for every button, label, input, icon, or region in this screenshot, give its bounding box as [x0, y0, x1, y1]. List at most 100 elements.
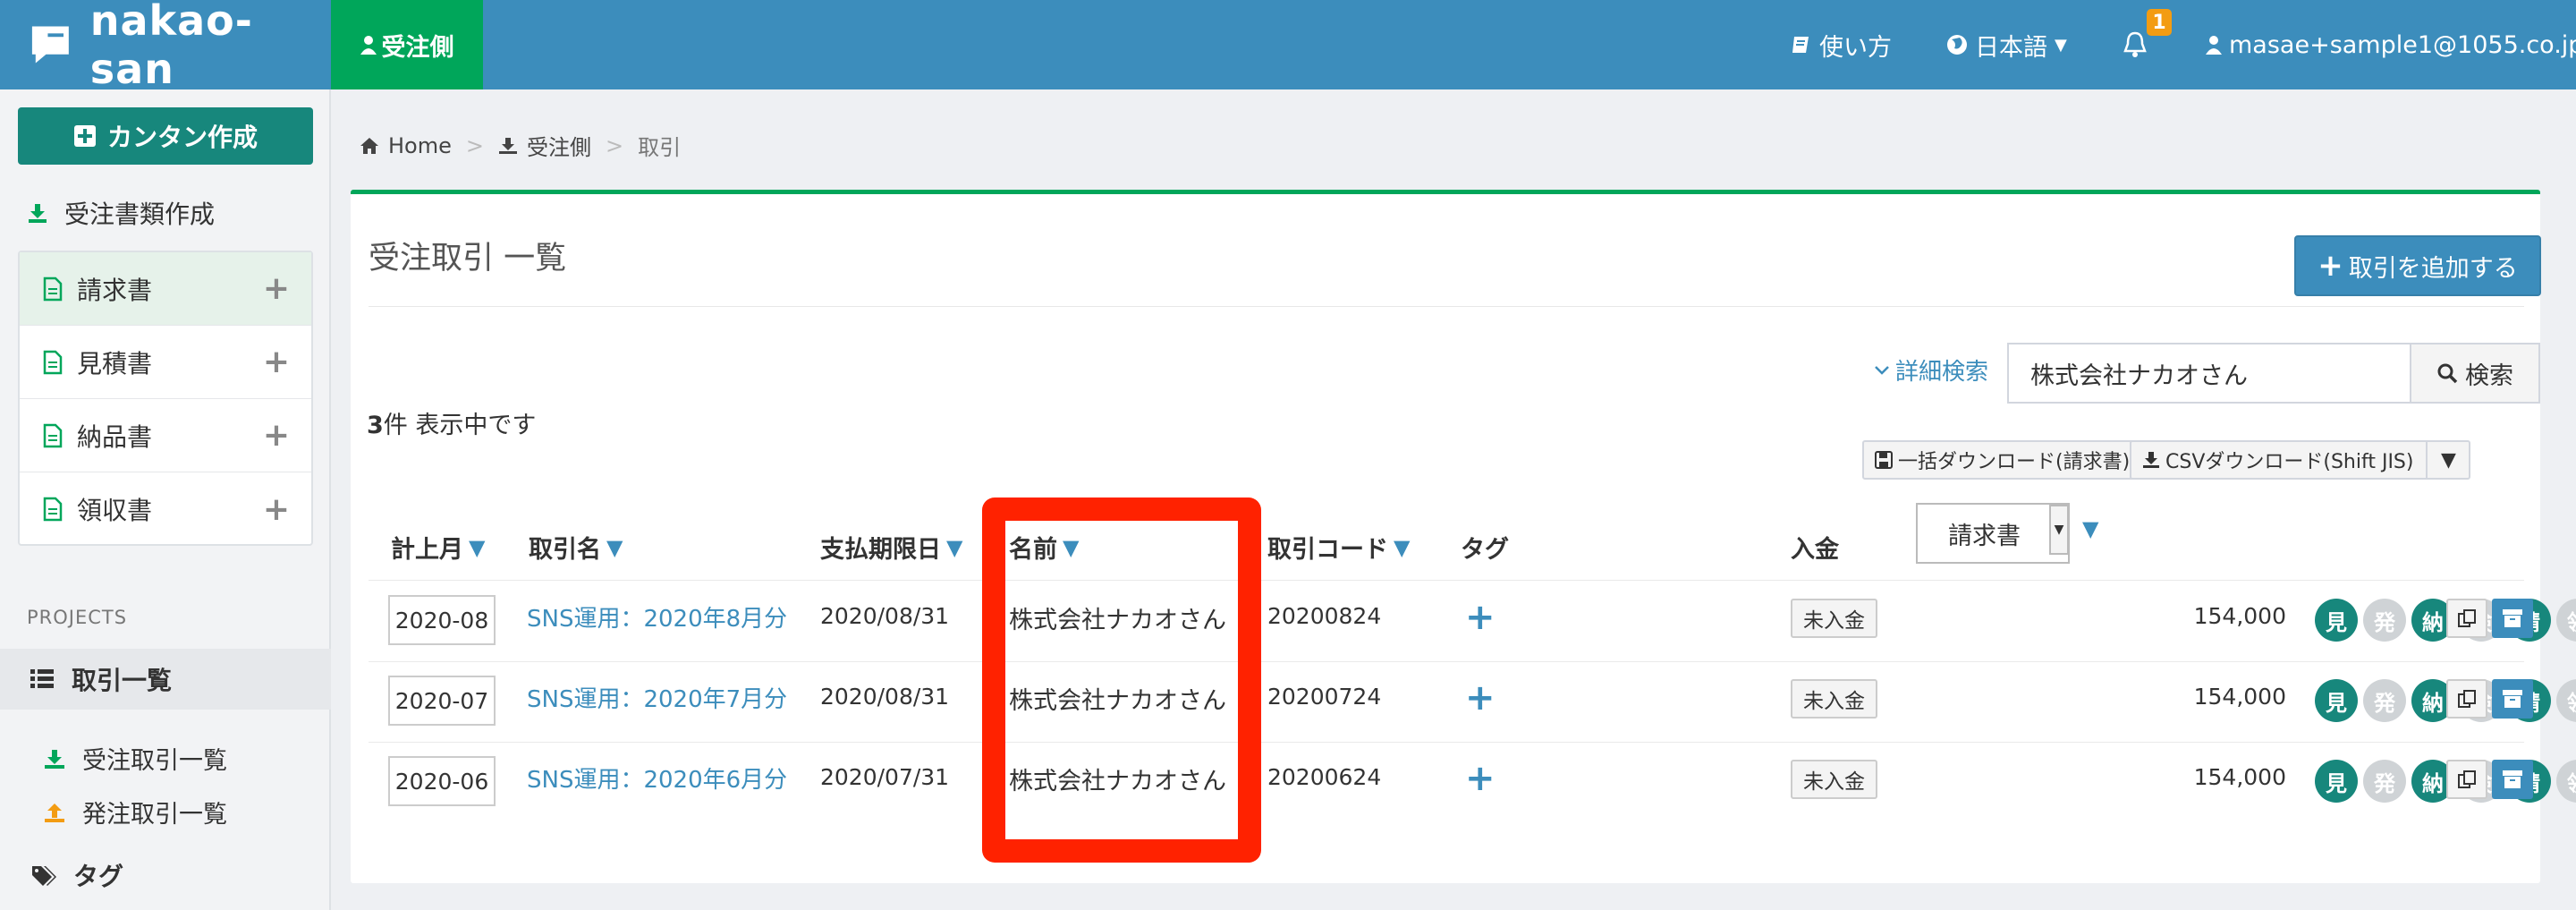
- plus-icon[interactable]: +: [263, 270, 290, 307]
- search-button[interactable]: 検索: [2410, 343, 2540, 404]
- status-order[interactable]: 発: [2363, 599, 2406, 642]
- deal-name-link[interactable]: SNS運用：2020年7月分: [527, 681, 787, 714]
- month-input[interactable]: 2020-07: [388, 676, 496, 726]
- deal-code: 20200724: [1267, 684, 1382, 710]
- globe-icon: [1947, 35, 1967, 55]
- sidebar-item-received-deals[interactable]: 受注取引一覧: [43, 741, 227, 776]
- add-deal-label: 取引を追加する: [2348, 254, 2518, 283]
- sidebar-item-receipt[interactable]: 領収書 +: [20, 472, 311, 546]
- month-input[interactable]: 2020-08: [388, 595, 496, 645]
- status-estimate[interactable]: 見: [2315, 679, 2358, 722]
- chevron-down-icon: [1875, 365, 1889, 375]
- sidebar-item-label: 受注取引一覧: [82, 747, 227, 775]
- download-icon: [29, 204, 47, 223]
- col-header-month[interactable]: 計上月 ▼: [391, 530, 485, 565]
- side-tab-receiver[interactable]: 受注側: [331, 0, 483, 89]
- deal-code: 20200624: [1267, 764, 1382, 790]
- month-input[interactable]: 2020-06: [388, 756, 496, 806]
- doc-create-label: 受注書類作成: [64, 200, 216, 229]
- status-estimate[interactable]: 見: [2315, 599, 2358, 642]
- help-link[interactable]: 使い方: [1791, 0, 1892, 89]
- copy-button[interactable]: [2446, 679, 2487, 719]
- status-receipt[interactable]: 領: [2556, 760, 2576, 803]
- payment-status-badge[interactable]: 未入金: [1791, 760, 1877, 799]
- tags-icon: [32, 866, 56, 886]
- file-icon: [43, 350, 63, 374]
- archive-button[interactable]: [2492, 599, 2533, 638]
- breadcrumb-separator: >: [605, 132, 624, 158]
- sidebar-item-ordered-deals[interactable]: 発注取引一覧: [43, 795, 227, 829]
- plus-icon[interactable]: +: [263, 417, 290, 454]
- breadcrumb-side[interactable]: 受注側: [527, 130, 591, 161]
- advanced-search-toggle[interactable]: 詳細検索: [1874, 353, 1988, 387]
- caret-down-icon: ▼: [2055, 35, 2067, 55]
- floppy-icon: [1875, 451, 1893, 469]
- chat-bubble-icon: [31, 26, 69, 64]
- due-date: 2020/08/31: [820, 603, 950, 629]
- sidebar-item-label: 取引一覧: [72, 666, 173, 695]
- sidebar-item-invoice[interactable]: 請求書 +: [20, 252, 311, 326]
- csv-download-button[interactable]: CSVダウンロード(Shift JIS) ▼: [2130, 440, 2471, 480]
- col-header-tag: タグ: [1461, 530, 1509, 565]
- user-menu[interactable]: masae+sample1@1055.co.jp ▼: [2206, 0, 2576, 89]
- due-date: 2020/08/31: [820, 684, 950, 710]
- highlight-annotation-box: [982, 498, 1261, 863]
- col-header-label: 計上月: [391, 536, 463, 564]
- col-header-code[interactable]: 取引コード ▼: [1267, 530, 1410, 565]
- quick-create-label: カンタン作成: [106, 123, 258, 152]
- amount: 154,000: [2193, 764, 2286, 790]
- status-order[interactable]: 発: [2363, 679, 2406, 722]
- doc-type-list: 請求書 + 見積書 + 納品書 + 領収書 +: [18, 251, 313, 546]
- add-tag-button[interactable]: +: [1465, 597, 1496, 638]
- sidebar-item-label: 発注取引一覧: [82, 801, 227, 829]
- caret-down-icon[interactable]: ▼: [2049, 505, 2069, 555]
- status-order[interactable]: 発: [2363, 760, 2406, 803]
- count-number: 3: [367, 412, 384, 439]
- payment-status-badge[interactable]: 未入金: [1791, 599, 1877, 638]
- caret-down-icon[interactable]: ▼: [2426, 442, 2469, 478]
- copy-button[interactable]: [2446, 760, 2487, 799]
- sidebar-item-tags[interactable]: タグ: [30, 857, 123, 893]
- sidebar-item-delivery[interactable]: 納品書 +: [20, 399, 311, 472]
- sidebar-item-deals[interactable]: 取引一覧: [0, 649, 331, 710]
- table-row: 2020-07 SNS運用：2020年7月分 2020/08/31 株式会社ナカ…: [351, 661, 2576, 742]
- status-receipt[interactable]: 領: [2556, 679, 2576, 722]
- archive-button[interactable]: [2492, 679, 2533, 719]
- download-icon: [498, 137, 517, 154]
- quick-create-button[interactable]: カンタン作成: [18, 107, 313, 165]
- add-tag-button[interactable]: +: [1465, 677, 1496, 719]
- doc-type-select[interactable]: 請求書: [1916, 503, 2070, 564]
- col-header-name[interactable]: 取引名 ▼: [529, 530, 623, 565]
- logo[interactable]: nakao-san: [0, 0, 331, 93]
- status-receipt[interactable]: 領: [2556, 599, 2576, 642]
- search-input[interactable]: [2007, 343, 2411, 404]
- archive-icon: [2503, 690, 2522, 708]
- status-estimate[interactable]: 見: [2315, 760, 2358, 803]
- help-label: 使い方: [1819, 33, 1892, 62]
- sort-down-icon: ▼: [1394, 534, 1411, 560]
- payment-status-badge[interactable]: 未入金: [1791, 679, 1877, 719]
- sort-down-icon[interactable]: ▼: [2082, 516, 2098, 541]
- user-icon: [2206, 36, 2222, 55]
- sidebar-item-estimate[interactable]: 見積書 +: [20, 326, 311, 399]
- add-deal-button[interactable]: + 取引を追加する: [2294, 235, 2541, 296]
- archive-button[interactable]: [2492, 760, 2533, 799]
- breadcrumb-home[interactable]: Home: [388, 133, 452, 158]
- col-header-due[interactable]: 支払期限日 ▼: [820, 530, 962, 565]
- add-tag-button[interactable]: +: [1465, 758, 1496, 799]
- deal-name-link[interactable]: SNS運用：2020年8月分: [527, 600, 787, 634]
- language-dropdown[interactable]: 日本語 ▼: [1946, 0, 2067, 89]
- deal-name-link[interactable]: SNS運用：2020年6月分: [527, 761, 787, 795]
- deal-code: 20200824: [1267, 603, 1382, 629]
- sidebar-item-label: タグ: [73, 862, 124, 891]
- plus-icon[interactable]: +: [263, 344, 290, 380]
- projects-heading: PROJECTS: [27, 607, 128, 628]
- plus-icon[interactable]: +: [263, 491, 290, 528]
- sidebar-item-label: 請求書: [77, 275, 153, 305]
- copy-button[interactable]: [2446, 599, 2487, 638]
- bell-icon: [2123, 31, 2147, 57]
- upload-icon: [45, 803, 64, 822]
- book-icon: [1792, 37, 1809, 53]
- csv-download-label: CSVダウンロード(Shift JIS): [2165, 451, 2414, 473]
- result-count: 3件 表示中です: [367, 405, 536, 440]
